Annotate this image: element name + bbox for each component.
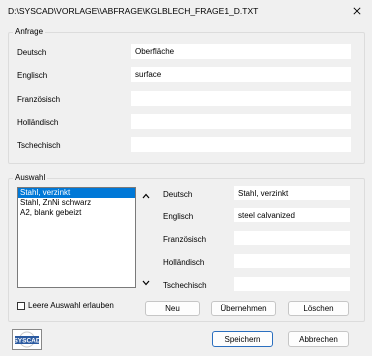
auswahl-label-deutsch: Deutsch bbox=[163, 190, 193, 199]
auswahl-field-englisch[interactable]: steel calvanized bbox=[234, 208, 350, 222]
anfrage-field-tschechisch[interactable] bbox=[131, 137, 351, 152]
apply-button[interactable]: Übernehmen bbox=[211, 301, 276, 316]
cancel-button[interactable]: Abbrechen bbox=[288, 331, 349, 347]
move-down-button[interactable] bbox=[140, 277, 152, 289]
anfrage-label-tschechisch: Tschechisch bbox=[17, 141, 61, 150]
save-button[interactable]: Speichern bbox=[212, 331, 273, 347]
anfrage-field-franzoesisch[interactable] bbox=[131, 91, 351, 106]
leere-auswahl-label: Leere Auswahl erlauben bbox=[28, 301, 114, 310]
new-button[interactable]: Neu bbox=[145, 301, 200, 316]
chevron-down-icon bbox=[142, 280, 150, 286]
auswahl-field-hollaendisch[interactable] bbox=[234, 254, 350, 268]
delete-button[interactable]: Löschen bbox=[288, 301, 349, 316]
auswahl-label-hollaendisch: Holländisch bbox=[163, 258, 205, 267]
auswahl-listbox[interactable]: Stahl, verzinkt Stahl, ZnNi schwarz A2, … bbox=[17, 187, 136, 288]
auswahl-field-tschechisch[interactable] bbox=[234, 277, 350, 291]
chevron-up-icon bbox=[142, 193, 150, 199]
syscad-logo: SYSCAD bbox=[12, 329, 42, 350]
anfrage-label-englisch: Englisch bbox=[17, 71, 48, 80]
close-button[interactable] bbox=[342, 0, 372, 22]
auswahl-field-deutsch[interactable]: Stahl, verzinkt bbox=[234, 186, 350, 200]
anfrage-field-englisch[interactable]: surface bbox=[131, 67, 351, 82]
anfrage-label-franzoesisch: Französisch bbox=[17, 95, 61, 104]
anfrage-field-hollaendisch[interactable] bbox=[131, 114, 351, 129]
syscad-logo-icon: SYSCAD bbox=[13, 331, 41, 348]
anfrage-label-hollaendisch: Holländisch bbox=[17, 118, 59, 127]
anfrage-group-label: Anfrage bbox=[13, 27, 46, 36]
close-icon bbox=[353, 7, 361, 15]
auswahl-label-franzoesisch: Französisch bbox=[163, 235, 207, 244]
list-item[interactable]: Stahl, ZnNi schwarz bbox=[18, 198, 135, 208]
auswahl-label-tschechisch: Tschechisch bbox=[163, 281, 207, 290]
list-item[interactable]: Stahl, verzinkt bbox=[18, 188, 135, 198]
auswahl-group-label: Auswahl bbox=[13, 173, 48, 182]
move-up-button[interactable] bbox=[140, 190, 152, 202]
window-title: D:\SYSCAD\VORLAGE\\ABFRAGE\KGLBLECH_FRAG… bbox=[8, 6, 259, 16]
svg-text:SYSCAD: SYSCAD bbox=[13, 337, 40, 344]
anfrage-field-deutsch[interactable]: Oberfläche bbox=[131, 44, 351, 59]
leere-auswahl-checkbox[interactable] bbox=[17, 302, 25, 310]
auswahl-label-englisch: Englisch bbox=[163, 212, 194, 221]
auswahl-field-franzoesisch[interactable] bbox=[234, 231, 350, 245]
anfrage-label-deutsch: Deutsch bbox=[17, 48, 47, 57]
list-item[interactable]: A2, blank gebeizt bbox=[18, 208, 135, 218]
